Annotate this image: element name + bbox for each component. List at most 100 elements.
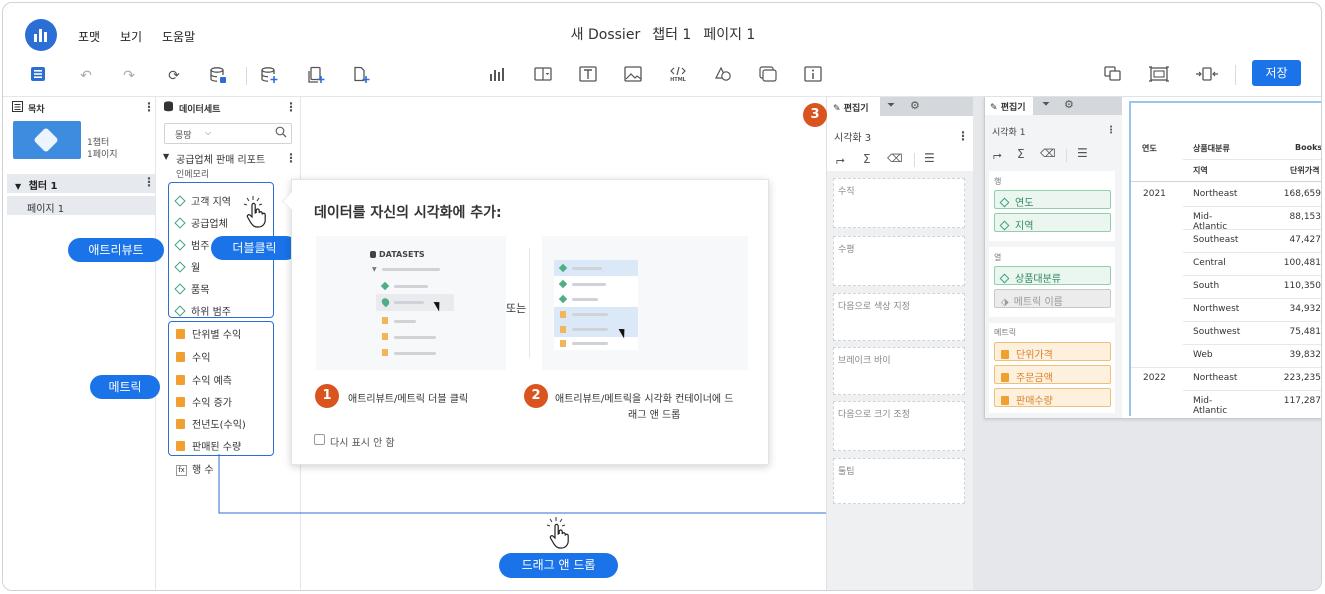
grid-cell-value: 39,832	[1289, 350, 1322, 360]
filled-tab-gear-icon[interactable]: ⚙	[1064, 98, 1074, 111]
rows-label: 행	[994, 177, 1002, 186]
filled-eraser-icon[interactable]: ⌫	[1040, 147, 1056, 160]
drag-drop-callout: 드래그 앤 드롭	[499, 553, 618, 578]
settings-sliders-icon[interactable]: ☰	[924, 151, 935, 165]
grid-header-region: 지역	[1193, 166, 1208, 175]
attribute-icon	[999, 273, 1010, 283]
grid-cell-value: 110,350	[1283, 281, 1321, 291]
grid-row-divider	[1183, 298, 1321, 299]
grid-header-divider	[1183, 159, 1321, 160]
metric-names-chip[interactable]: ⬗ 메트릭 이름	[994, 289, 1111, 308]
metrics-label: 메트릭	[994, 328, 1017, 337]
grid-cell-region: Northeast	[1193, 373, 1238, 383]
viz-title: 시각화 3	[834, 133, 872, 144]
grid-row-divider	[1183, 321, 1321, 322]
step-2-badge: 2	[524, 384, 548, 408]
metric-icon	[1001, 372, 1009, 382]
or-label: 또는	[506, 302, 527, 315]
grid-cell-value: 34,932	[1289, 304, 1322, 314]
grid-row-divider	[1183, 206, 1321, 207]
filled-sum-icon[interactable]: Σ	[1017, 147, 1025, 161]
pencil-icon: ✎	[833, 104, 841, 114]
onboarding-popup: 데이터를 자신의 시각화에 추가: DATASETS ▼ 또는 1 애트리뷰트/…	[291, 179, 769, 465]
grid-cell-region: South	[1193, 281, 1220, 291]
grid-cell-value: 100,481	[1283, 258, 1321, 268]
metric-chip[interactable]: 판매수량	[994, 388, 1111, 407]
dont-show-checkbox[interactable]	[314, 434, 325, 445]
filled-viz-title: 시각화 1	[992, 128, 1026, 138]
metric-chip[interactable]: 주문금액	[994, 365, 1111, 384]
app-window: 포맷 보기 도움말 새 Dossier 챕터 1 페이지 1 ↶ ↷ ⟳ HTML	[2, 2, 1322, 591]
grid-cell-region: Northwest	[1193, 304, 1240, 314]
popup-title: 데이터를 자신의 시각화에 추가:	[314, 205, 502, 221]
step-2-text-line1: 애트리뷰트/메트릭을 시각화 컨테이너에 드	[555, 394, 734, 405]
drop-zone-break-by[interactable]: 브레이크 바이	[833, 347, 965, 395]
grid-cell-region: Mid-Atlantic	[1193, 396, 1228, 416]
grid-row-divider	[1183, 229, 1321, 230]
attribute-icon	[999, 220, 1010, 230]
sum-icon[interactable]: Σ	[863, 152, 871, 166]
step-2-text-line2: 래그 앤 드롭	[628, 410, 681, 421]
drop-zone-horizontal[interactable]: 수평	[833, 236, 965, 286]
tab-editor[interactable]: ✎ 편집기	[827, 97, 880, 116]
filled-tab-filter-icon[interactable]: ⏷	[1042, 99, 1050, 110]
grid-cell-region: Southwest	[1193, 327, 1241, 337]
metric-icon	[1001, 395, 1009, 405]
grid-header-unit-price: 단위가격	[1290, 166, 1320, 175]
row-chip[interactable]: 연도	[994, 190, 1111, 209]
grid-header-year: 연도	[1142, 144, 1157, 153]
metric-names-icon: ⬗	[1001, 297, 1009, 308]
columns-label: 열	[994, 253, 1002, 262]
grid-cell-region: Central	[1193, 258, 1226, 268]
filled-tab-editor[interactable]: ✎ 편집기	[985, 97, 1033, 115]
step-1-badge: 1	[315, 384, 339, 408]
grid-cell-value: 168,659	[1283, 189, 1321, 199]
grid-header-category: 상품대분류	[1193, 144, 1230, 153]
grid-cell-value: 88,153	[1289, 212, 1322, 222]
drop-zone-tooltip[interactable]: 툴팁	[833, 458, 965, 504]
drag-cursor-icon	[546, 517, 572, 554]
eraser-icon[interactable]: ⌫	[887, 152, 903, 165]
editor-divider	[914, 153, 915, 167]
swap-axes-icon[interactable]: ⮣	[836, 153, 845, 167]
column-chip[interactable]: 상품대분류	[994, 266, 1111, 285]
grid-cell-value: 223,235	[1283, 373, 1321, 383]
grid-header-border	[1131, 181, 1321, 182]
pencil-icon: ✎	[990, 103, 998, 113]
grid-row-divider	[1183, 252, 1321, 253]
filled-viz-menu-icon[interactable]: ⋮	[1106, 125, 1116, 136]
grid-cell-year: 2022	[1143, 373, 1166, 383]
mock-datasets-label: DATASETS	[370, 250, 425, 259]
filled-divider	[1066, 149, 1067, 162]
metric-chip[interactable]: 단위가격	[994, 342, 1111, 361]
grid-header-books: Books	[1295, 143, 1322, 152]
metric-icon	[1001, 349, 1009, 359]
tab-format-gear-icon[interactable]: ⚙	[910, 99, 920, 112]
double-click-illustration: DATASETS ▼	[316, 236, 506, 370]
grid-cell-region: Northeast	[1193, 189, 1238, 199]
grid-cell-value: 47,427	[1289, 235, 1322, 245]
grid-cell-year: 2021	[1143, 189, 1166, 199]
grid-row-divider	[1183, 390, 1321, 391]
grid-row-divider	[1183, 275, 1321, 276]
attribute-icon	[999, 197, 1010, 207]
drop-zone-size-by[interactable]: 다음으로 크기 조정	[833, 401, 965, 451]
grid-cell-value: 117,287	[1283, 396, 1321, 406]
viz-menu-icon[interactable]: ⋮	[957, 129, 969, 143]
filled-sliders-icon[interactable]: ☰	[1077, 146, 1088, 160]
grid-row-divider	[1183, 344, 1321, 345]
dont-show-label[interactable]: 다시 표시 안 함	[330, 434, 395, 449]
drag-drop-illustration	[542, 236, 748, 370]
grid-cell-region: Southeast	[1193, 235, 1239, 245]
grid-cell-region: Web	[1193, 350, 1213, 360]
tab-filter-icon[interactable]: ⏷	[887, 100, 895, 111]
drop-zone-vertical[interactable]: 수직	[833, 178, 965, 228]
filled-swap-icon[interactable]: ⮣	[993, 148, 1002, 162]
grid-row-divider	[1131, 367, 1321, 368]
row-chip[interactable]: 지역	[994, 213, 1111, 232]
drop-zone-color-by[interactable]: 다음으로 색상 지정	[833, 293, 965, 341]
popup-divider	[529, 248, 530, 358]
step-3-badge: 3	[803, 103, 827, 127]
grid-cell-value: 75,481	[1289, 327, 1322, 337]
step-1-text: 애트리뷰트/메트릭 더블 클릭	[348, 394, 469, 405]
